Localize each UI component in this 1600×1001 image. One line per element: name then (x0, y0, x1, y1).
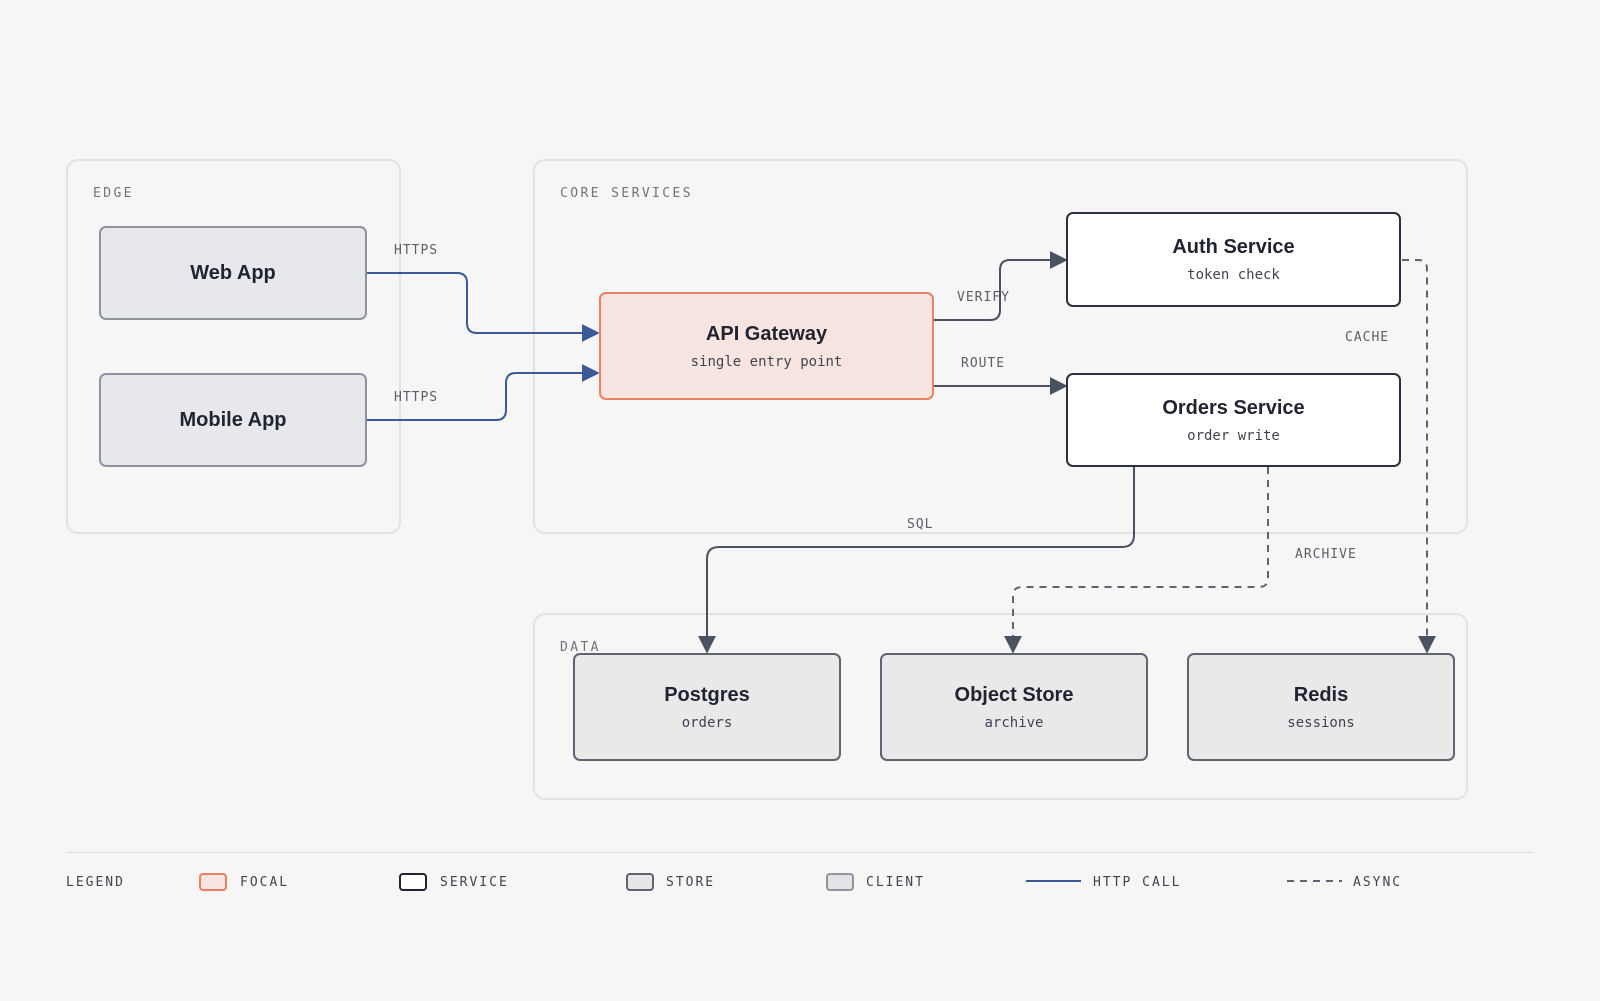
legend-http-call-line (1026, 880, 1081, 882)
api-gateway-title: API Gateway (705, 322, 828, 345)
postgres-title: Postgres (664, 683, 750, 706)
edge-orders-to-postgres (698, 467, 1135, 654)
legend-service-swatch (399, 873, 427, 891)
legend-async-label: ASYNC (1353, 875, 1403, 890)
edge-label-route: ROUTE (961, 356, 1006, 371)
api-gateway-node[interactable]: API Gateway single entry point (599, 292, 934, 400)
legend-focal-swatch (199, 873, 227, 891)
edge-label-cache: CACHE (1345, 330, 1390, 345)
orders-service-subtitle: order write (1187, 427, 1280, 444)
auth-service-subtitle: token check (1187, 267, 1280, 283)
mobile-app-node[interactable]: Mobile App (99, 373, 367, 467)
web-app-title: Web App (190, 261, 276, 284)
legend-client-label: CLIENT (866, 875, 925, 890)
connections (367, 251, 1436, 654)
edge-label-archive: ARCHIVE (1295, 547, 1357, 562)
legend-http-call-label: HTTP CALL (1093, 875, 1182, 890)
mobile-app-title: Mobile App (179, 408, 287, 431)
postgres-subtitle: orders (681, 714, 733, 731)
orders-service-node[interactable]: Orders Service order write (1066, 373, 1401, 467)
edge-label-mobile-https: HTTPS (394, 390, 439, 405)
object-store-node[interactable]: Object Store archive (880, 653, 1148, 761)
auth-service-title: Auth Service (1172, 236, 1295, 258)
redis-subtitle: sessions (1287, 714, 1355, 731)
orders-service-title: Orders Service (1162, 396, 1305, 419)
edge-web-to-gateway (367, 272, 600, 342)
legend-service-label: SERVICE (440, 875, 509, 890)
legend-divider (66, 852, 1534, 853)
api-gateway-subtitle: single entry point (690, 353, 843, 370)
legend-store-swatch (626, 873, 654, 891)
legend-focal-label: FOCAL (240, 875, 290, 890)
edge-label-sql: SQL (907, 517, 934, 532)
edge-auth-to-redis (1402, 259, 1436, 654)
legend-store-label: STORE (666, 875, 716, 890)
edge-orders-to-object-store (1004, 467, 1269, 654)
redis-title: Redis (1293, 683, 1349, 706)
legend-async-line (1287, 880, 1342, 882)
web-app-node[interactable]: Web App (99, 226, 367, 320)
edge-label-verify: VERIFY (957, 290, 1010, 305)
auth-service-node[interactable]: Auth Service token check (1066, 212, 1401, 307)
legend-title: LEGEND (66, 875, 125, 890)
object-store-title: Object Store (954, 683, 1074, 706)
object-store-subtitle: archive (984, 714, 1044, 731)
legend-client-swatch (826, 873, 854, 891)
postgres-node[interactable]: Postgres orders (573, 653, 841, 761)
edge-label-web-https: HTTPS (394, 243, 439, 258)
redis-node[interactable]: Redis sessions (1187, 653, 1455, 761)
